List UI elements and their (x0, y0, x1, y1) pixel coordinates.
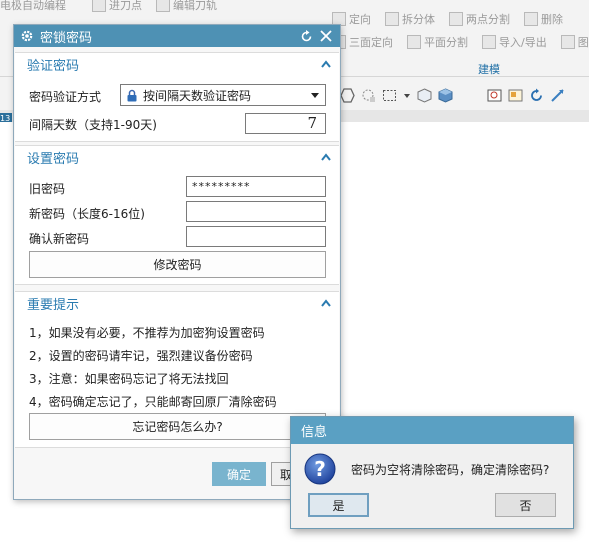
plane-split-icon (407, 35, 421, 49)
dropdown-arrow-icon[interactable] (403, 88, 411, 103)
ribbon-item-delete[interactable]: 删除 (524, 11, 563, 27)
interval-days-input[interactable]: 7 (245, 113, 326, 134)
verify-method-select[interactable]: 按间隔天数验证密码 (120, 84, 326, 106)
ribbon-item-label: 两点分割 (466, 13, 510, 26)
ok-button[interactable]: 确定 (212, 462, 266, 486)
ribbon-item-import-export[interactable]: 导入/导出 (482, 34, 547, 50)
notice-tip: 2，设置的密码请牢记，强烈建议备份密码 (29, 349, 253, 363)
rotate-icon[interactable] (529, 88, 544, 103)
section-title: 设置密码 (27, 151, 80, 167)
modify-password-button[interactable]: 修改密码 (29, 251, 326, 278)
confirm-password-input[interactable] (186, 226, 326, 247)
message-title: 信息 (301, 425, 328, 440)
section-header[interactable]: 验证密码 (15, 53, 339, 75)
ribbon-item-label: 拆分体 (402, 13, 435, 26)
ribbon-row-1: 电极自动编程 进刀点 编辑刀轨 (0, 0, 231, 13)
image-view-icon[interactable] (508, 88, 523, 103)
ribbon-row-2: 定向 拆分体 两点分割 删除 (332, 11, 577, 27)
snap-icon[interactable] (361, 88, 376, 103)
split-body-icon (385, 12, 399, 26)
ribbon-item-label: 删除 (541, 13, 563, 26)
confirm-password-label: 确认新密码 (29, 232, 90, 246)
ribbon-item-electrode[interactable]: 电极自动编程 (0, 0, 66, 13)
import-export-icon (482, 35, 496, 49)
section-title: 重要提示 (27, 297, 80, 313)
interval-label: 间隔天数（支持1-90天) (29, 118, 157, 132)
section-header[interactable]: 重要提示 (15, 292, 339, 314)
notice-tip: 1，如果没有必要，不推荐为加密狗设置密码 (29, 326, 265, 340)
chevron-up-icon[interactable] (321, 60, 331, 68)
ribbon-group-label: 建模 (478, 63, 500, 76)
section-title: 验证密码 (27, 58, 80, 74)
new-password-input[interactable] (186, 201, 326, 222)
cube-solid-icon[interactable] (438, 87, 453, 103)
close-icon (320, 30, 332, 42)
ribbon-item-label: 图纸 (577, 36, 589, 49)
ribbon-item-entry[interactable]: 进刀点 (92, 0, 142, 13)
ribbon-item-label: 电极自动编程 (0, 0, 66, 12)
ribbon-item-label: 编辑刀轨 (173, 0, 217, 12)
cube-outline-icon[interactable] (417, 87, 432, 103)
drawing-icon (560, 35, 575, 49)
dialog-title: 密锁密码 (40, 30, 93, 46)
zoom-fit-icon[interactable] (487, 88, 502, 103)
ribbon-item-two-point[interactable]: 两点分割 (449, 11, 510, 27)
close-button[interactable] (318, 28, 334, 44)
entry-point-icon (92, 0, 106, 12)
ribbon-item-plane-split[interactable]: 平面分割 (407, 34, 468, 50)
info-message-box: 信息 ? 密码为空将清除密码，确定清除密码? 是 否 (290, 416, 574, 529)
old-password-label: 旧密码 (29, 182, 66, 196)
reset-button[interactable] (298, 28, 314, 44)
ribbon-item-label: 导入/导出 (499, 36, 547, 49)
old-password-input[interactable]: ********* (186, 176, 326, 197)
set-password-section: 设置密码 旧密码 ********* 新密码（长度6-16位) 确认新密码 修改… (15, 145, 339, 285)
ribbon-row-3: 三面定向 平面分割 导入/导出 图纸 (332, 34, 589, 50)
two-point-split-icon (449, 12, 463, 26)
delete-icon (524, 12, 538, 26)
ribbon-item-label: 平面分割 (424, 36, 468, 49)
question-icon: ? (304, 453, 336, 485)
chevron-up-icon[interactable] (321, 299, 331, 307)
ribbon-item-three-face[interactable]: 三面定向 (332, 34, 393, 50)
ribbon-item-drawing[interactable]: 图纸 (560, 34, 589, 50)
section-header[interactable]: 设置密码 (15, 146, 339, 168)
refresh-icon (301, 29, 311, 41)
ribbon-item-label: 三面定向 (349, 36, 393, 49)
chevron-up-icon[interactable] (321, 153, 331, 161)
no-button[interactable]: 否 (495, 493, 556, 517)
new-password-label: 新密码（长度6-16位) (29, 207, 145, 221)
ribbon-item-label: 定向 (349, 13, 371, 26)
message-text: 密码为空将清除密码，确定清除密码? (351, 463, 550, 477)
yes-button[interactable]: 是 (308, 493, 369, 517)
select-box-icon[interactable] (382, 88, 397, 103)
verify-password-section: 验证密码 密码验证方式 按间隔天数验证密码 间隔天数（支持1-90天) 7 (15, 52, 339, 142)
gear-icon (21, 30, 33, 42)
verify-method-value: 按间隔天数验证密码 (143, 88, 252, 103)
message-title-bar[interactable]: 信息 (291, 417, 573, 444)
tool-path-icon (156, 0, 170, 12)
svg-text:?: ? (314, 457, 326, 481)
view-toolbar (340, 84, 565, 106)
hexagon-icon[interactable] (340, 87, 355, 103)
forgot-password-button[interactable]: 忘记密码怎么办? (29, 413, 326, 440)
pan-icon[interactable] (550, 88, 565, 103)
ribbon-item-split-body[interactable]: 拆分体 (385, 11, 435, 27)
lock-icon (127, 89, 137, 101)
dialog-title-bar[interactable]: 密锁密码 (14, 25, 340, 47)
notice-tip: 3，注意：如果密码忘记了将无法找回 (29, 372, 229, 386)
ribbon-item-edit-path[interactable]: 编辑刀轨 (156, 0, 217, 13)
method-label: 密码验证方式 (29, 90, 102, 104)
ribbon-item-label: 进刀点 (109, 0, 142, 12)
notice-tip: 4，密码确定忘记了，只能邮寄回原厂清除密码 (29, 395, 277, 409)
chevron-down-icon (311, 92, 319, 98)
